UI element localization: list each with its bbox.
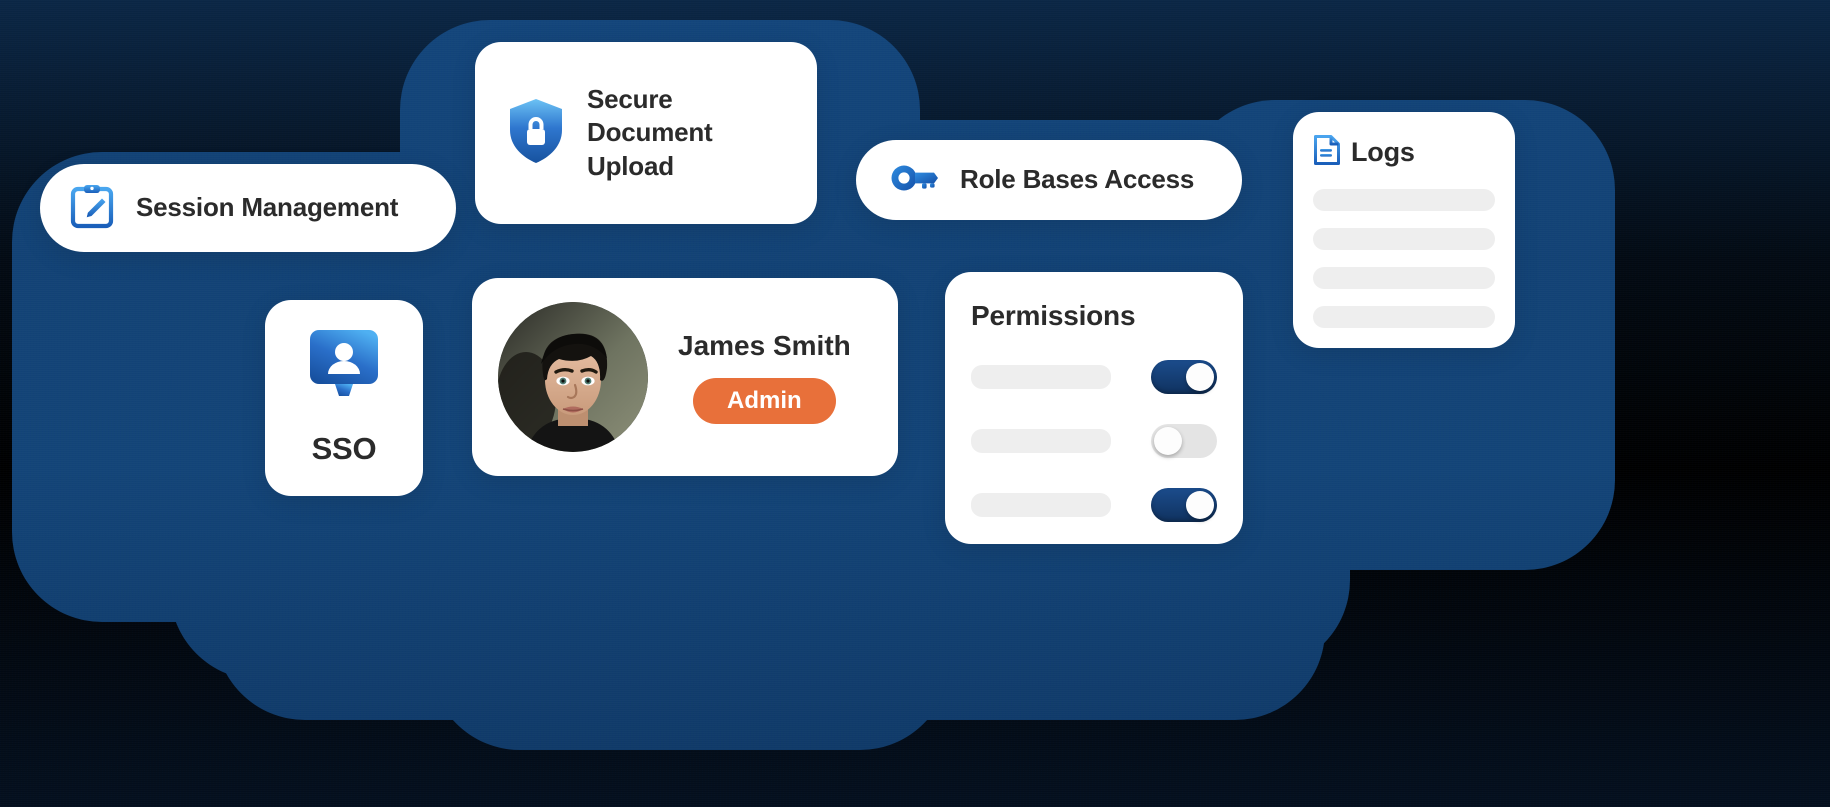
permission-row xyxy=(971,487,1217,522)
permissions-title: Permissions xyxy=(971,300,1136,331)
permission-label-placeholder xyxy=(971,492,1111,517)
secure-document-upload-label: Secure Document Upload xyxy=(587,84,713,181)
toggle-knob xyxy=(1186,362,1214,391)
card-session-management[interactable]: Session Management xyxy=(40,164,456,252)
sso-label: SSO xyxy=(311,430,377,466)
logs-header: Logs xyxy=(1313,134,1495,171)
logs-title: Logs xyxy=(1351,137,1415,168)
card-permissions[interactable]: Permissions xyxy=(945,272,1243,544)
logs-placeholder-row xyxy=(1313,267,1495,289)
permission-toggle[interactable] xyxy=(1151,423,1217,458)
card-secure-document-upload[interactable]: Secure Document Upload xyxy=(475,42,817,224)
user-screen-icon xyxy=(308,328,380,407)
session-management-label: Session Management xyxy=(136,192,399,223)
permission-label-placeholder xyxy=(971,428,1111,453)
logs-placeholder-row xyxy=(1313,189,1495,211)
permission-toggle[interactable] xyxy=(1151,487,1217,522)
avatar xyxy=(498,302,648,452)
card-sso[interactable]: SSO xyxy=(265,300,423,496)
shield-lock-icon xyxy=(507,98,565,169)
permission-row xyxy=(971,423,1217,458)
document-lines-icon xyxy=(1313,134,1341,171)
profile-details: James Smith Admin xyxy=(678,330,851,424)
card-role-based-access[interactable]: Role Bases Access xyxy=(856,140,1242,220)
key-icon xyxy=(890,163,940,198)
card-user-profile[interactable]: James Smith Admin xyxy=(472,278,898,476)
toggle-knob xyxy=(1186,490,1214,519)
profile-name: James Smith xyxy=(678,330,851,361)
logs-placeholder-row xyxy=(1313,306,1495,328)
feature-collage-stage: Session Management Secure Document Uploa… xyxy=(0,0,1830,807)
toggle-knob xyxy=(1154,426,1182,455)
permission-label-placeholder xyxy=(971,364,1111,389)
permission-row xyxy=(971,359,1217,394)
role-badge-admin[interactable]: Admin xyxy=(693,378,836,424)
logs-placeholder-row xyxy=(1313,228,1495,250)
role-based-access-label: Role Bases Access xyxy=(960,164,1195,195)
card-logs[interactable]: Logs xyxy=(1293,112,1515,348)
clipboard-pencil-icon xyxy=(70,183,114,234)
permission-toggle[interactable] xyxy=(1151,359,1217,394)
